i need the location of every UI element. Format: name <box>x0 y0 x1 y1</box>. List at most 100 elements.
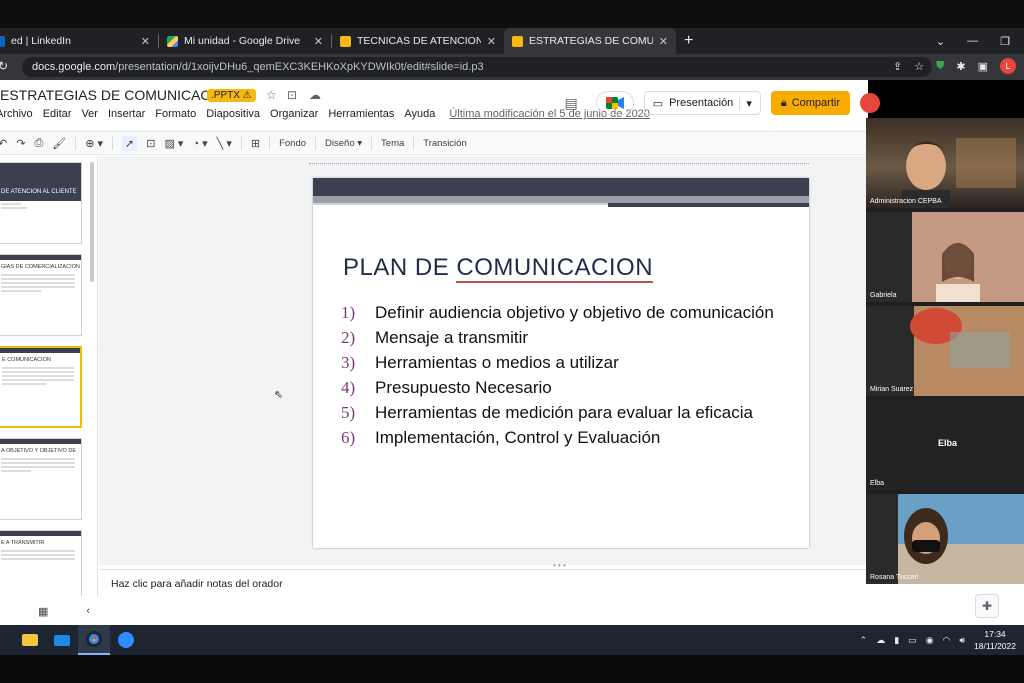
restore-button[interactable]: ❐ <box>1000 35 1010 48</box>
theme-button[interactable]: Tema <box>381 138 404 149</box>
tab-google-drive[interactable]: Mi unidad - Google Drive ✕ <box>159 28 331 54</box>
volume-icon[interactable]: 🔊︎ <box>959 635 965 646</box>
close-tab-icon[interactable]: ✕ <box>659 35 668 48</box>
participant-tile[interactable]: Elba Elba <box>866 400 1024 490</box>
speaker-notes[interactable]: Haz clic para añadir notas del orador <box>99 569 868 625</box>
list-item: 6) Implementación, Control y Evaluación <box>341 427 801 449</box>
select-cursor-icon[interactable]: ➚ <box>122 135 138 151</box>
participant-tile[interactable]: Rosana Tucceri <box>866 494 1024 584</box>
menu-organizar[interactable]: Organizar <box>270 108 318 120</box>
document-title[interactable]: ESTRATEGIAS DE COMUNICACION <box>0 87 235 103</box>
menu-formato[interactable]: Formato <box>155 108 196 120</box>
close-tab-icon[interactable]: ✕ <box>141 35 150 48</box>
image-icon[interactable]: ▨ ▾ <box>164 137 183 150</box>
add-comment-icon[interactable]: ⊞ <box>251 137 260 150</box>
slide-thumbnail-selected[interactable]: E COMUNICACION <box>0 346 82 428</box>
slide-thumbnail[interactable]: GIAS DE COMERCIALIZACION <box>0 254 82 336</box>
browser-toolbar-icons: ⇪ ☆ ⛊ ✱ ▣ L <box>893 58 1016 74</box>
participant-tile[interactable]: Administracion CEPBA <box>866 118 1024 208</box>
present-dropdown-icon[interactable]: ▾ <box>739 96 752 110</box>
layout-button[interactable]: Diseño ▾ <box>325 138 362 149</box>
clock[interactable]: 17:34 18/11/2022 <box>974 628 1016 652</box>
reload-icon[interactable]: ↻ <box>0 59 8 73</box>
slide-thumbnail[interactable]: E A TRANSMITIR <box>0 530 82 596</box>
menu-herramientas[interactable]: Herramientas <box>328 108 394 120</box>
menu-ver[interactable]: Ver <box>81 108 98 120</box>
close-tab-icon[interactable]: ✕ <box>487 35 496 48</box>
slide-title[interactable]: PLAN DE COMUNICACION <box>343 254 654 283</box>
menu-archivo[interactable]: Archivo <box>0 108 33 120</box>
present-button[interactable]: ▭ Presentación ▾ <box>643 91 761 115</box>
redo-icon[interactable]: ↷ <box>16 137 25 150</box>
background-button[interactable]: Fondo <box>279 138 306 149</box>
slide-canvas: PLAN DE COMUNICACION 1) Definir audiencia… <box>99 156 868 570</box>
line-icon[interactable]: ╲ ▾ <box>217 137 232 150</box>
menu-ayuda[interactable]: Ayuda <box>404 108 435 120</box>
extension-shield-icon[interactable]: ⛊ <box>936 60 944 73</box>
usb-icon[interactable]: ▮ <box>894 635 899 646</box>
tray-overflow-icon[interactable]: ⌃ <box>860 635 868 646</box>
print-icon[interactable]: ⎙ <box>34 137 43 150</box>
participant-name: Rosana Tucceri <box>870 574 919 581</box>
profile-avatar[interactable]: L <box>1000 58 1016 74</box>
battery-icon[interactable]: ▭ <box>908 635 917 646</box>
cloud-status-icon[interactable]: ☁ <box>309 88 321 102</box>
side-panel-icon[interactable]: ▣ <box>978 60 988 73</box>
wifi-icon[interactable]: ◠ <box>943 635 951 646</box>
extensions-puzzle-icon[interactable]: ✱ <box>956 60 965 73</box>
paint-format-icon[interactable]: 🖌︎ <box>52 137 66 150</box>
shape-icon[interactable]: ◔ ▾ <box>192 137 207 150</box>
undo-icon[interactable]: ↶ <box>0 137 7 150</box>
grid-view-icon[interactable]: ▦ <box>38 605 48 618</box>
move-folder-icon[interactable]: ⊡ <box>287 88 297 102</box>
google-slides-favicon-icon <box>340 35 351 47</box>
minimize-button[interactable]: — <box>967 35 978 47</box>
thumbnail-line <box>1 470 31 472</box>
transition-button[interactable]: Transición <box>423 138 466 149</box>
menu-editar[interactable]: Editar <box>43 108 72 120</box>
file-format-badge[interactable]: .PPTX ⚠ <box>207 89 256 102</box>
webcam-icon[interactable]: ◉ <box>926 635 934 646</box>
chrome-button[interactable] <box>78 625 110 655</box>
text-box-icon[interactable]: ⊡ <box>146 137 155 150</box>
cloud-icon[interactable]: ☁ <box>876 635 885 646</box>
menu-diapositiva[interactable]: Diapositiva <box>206 108 260 120</box>
bookmark-star-icon[interactable]: ☆ <box>914 60 924 73</box>
comments-icon[interactable]: ▤ <box>564 95 577 112</box>
star-icon[interactable]: ☆ <box>266 88 277 102</box>
share-page-icon[interactable]: ⇪ <box>893 60 902 73</box>
thumbnail-title: DE ATENCION AL CLIENTE <box>0 163 81 201</box>
collapse-filmstrip-icon[interactable]: ‹ <box>86 605 90 617</box>
slide-thumbnail[interactable]: DE ATENCION AL CLIENTE <box>0 162 82 244</box>
meet-button[interactable] <box>595 91 634 115</box>
thumbnail-line <box>2 383 46 385</box>
menu-insertar[interactable]: Insertar <box>108 108 145 120</box>
filmstrip-scrollbar[interactable] <box>90 162 94 282</box>
notes-resize-handle[interactable]: • • • <box>553 561 567 570</box>
tab-search-icon[interactable]: ⌄ <box>936 35 945 48</box>
new-tab-button[interactable]: + <box>684 32 693 50</box>
participant-tile[interactable]: Mirian Suarez <box>866 306 1024 396</box>
mail-button[interactable] <box>46 625 78 655</box>
tab-title: Mi unidad - Google Drive <box>184 35 301 47</box>
list-number: 2) <box>341 328 356 347</box>
zoom-icon[interactable]: ⊕ ▾ <box>85 137 103 150</box>
thumbnail-line <box>1 274 75 276</box>
participant-tile[interactable]: Gabriela <box>866 212 1024 302</box>
account-avatar[interactable] <box>860 93 880 113</box>
tab-tecnicas[interactable]: TECNICAS DE ATENCION AL CLIE ✕ <box>332 28 504 54</box>
explore-button[interactable]: ✚ <box>975 594 999 618</box>
slide-thumbnail[interactable]: A OBJETIVO Y OBJETIVO DE <box>0 438 82 520</box>
zoom-app-button[interactable] <box>110 625 142 655</box>
slide[interactable]: PLAN DE COMUNICACION 1) Definir audiencia… <box>313 178 809 548</box>
tab-linkedin[interactable]: ed | LinkedIn ✕ <box>0 28 158 54</box>
url-field[interactable]: docs.google.com/presentation/d/1xoijvDHu… <box>22 57 932 77</box>
participant-name: Mirian Suarez <box>870 386 914 393</box>
share-button[interactable]: 🔒︎ Compartir <box>770 91 850 115</box>
slide-list[interactable]: 1) Definir audiencia objetivo y objetivo … <box>341 302 801 452</box>
tab-estrategias[interactable]: ESTRATEGIAS DE COMUNICACIO ✕ <box>504 28 676 54</box>
tab-title: ed | LinkedIn <box>11 35 71 47</box>
file-explorer-button[interactable] <box>14 625 46 655</box>
toolbar-divider <box>240 136 242 150</box>
close-tab-icon[interactable]: ✕ <box>314 35 323 48</box>
